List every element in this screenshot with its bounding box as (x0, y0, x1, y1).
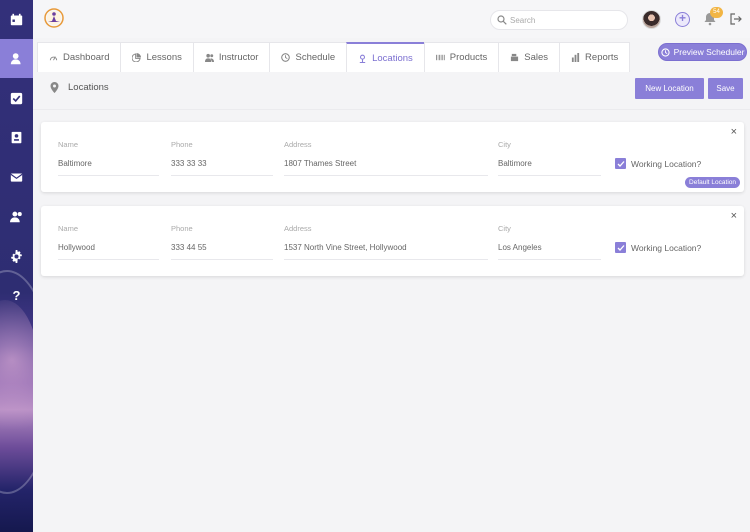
address-value[interactable]: 1537 North Vine Street, Hollywood (284, 243, 488, 260)
user-pin-icon (10, 53, 21, 65)
tab-label: Reports (585, 52, 619, 63)
address-value[interactable]: 1807 Thames Street (284, 159, 488, 176)
address-field[interactable]: Address 1807 Thames Street (284, 140, 488, 176)
sidebar-item-contacts[interactable] (0, 118, 33, 157)
working-location-label: Working Location? (631, 158, 702, 169)
tab-bar: Dashboard Lessons Instructor Schedule Lo… (37, 42, 631, 72)
tab-lessons[interactable]: Lessons (120, 42, 193, 72)
close-icon[interactable]: × (731, 127, 737, 138)
sidebar: ? (0, 0, 33, 532)
page-title-group: Locations (50, 82, 109, 93)
tab-label: Lessons (146, 52, 182, 63)
checkbox[interactable] (615, 158, 626, 169)
sidebar-item-settings[interactable] (0, 237, 33, 276)
pin-icon (359, 54, 366, 63)
search-icon (497, 15, 507, 25)
help-icon: ? (12, 288, 21, 303)
name-value[interactable]: Hollywood (58, 243, 159, 260)
name-field[interactable]: Name Hollywood (58, 224, 159, 260)
barcode-icon (435, 54, 445, 61)
sidebar-item-users[interactable] (0, 197, 33, 236)
search-box[interactable] (490, 10, 628, 30)
tab-instructor[interactable]: Instructor (192, 42, 270, 72)
phone-value[interactable]: 333 44 55 (171, 243, 273, 260)
mail-icon (10, 173, 23, 182)
tab-sales[interactable]: Sales (498, 42, 560, 72)
tab-reports[interactable]: Reports (559, 42, 631, 72)
calendar-icon (10, 13, 23, 26)
phone-field[interactable]: Phone 333 33 33 (171, 140, 273, 176)
tab-dashboard[interactable]: Dashboard (37, 42, 121, 72)
name-field[interactable]: Name Baltimore (58, 140, 159, 176)
sidebar-item-mail[interactable] (0, 158, 33, 197)
bar-chart-icon (571, 53, 580, 62)
name-label: Name (58, 140, 79, 149)
address-label: Address (284, 224, 312, 233)
contact-card-icon (11, 131, 22, 144)
check-icon (617, 160, 624, 167)
notification-badge: 54 (710, 7, 723, 18)
city-field[interactable]: City Los Angeles (498, 224, 601, 260)
preview-scheduler-label: Preview Scheduler (673, 47, 745, 57)
city-value[interactable]: Los Angeles (498, 243, 601, 260)
pie-icon (132, 53, 142, 62)
phone-label: Phone (171, 224, 193, 233)
sidebar-item-tasks[interactable] (0, 79, 33, 118)
city-label: City (498, 140, 511, 149)
gear-icon (11, 250, 22, 263)
preview-scheduler-button[interactable]: Preview Scheduler (658, 43, 747, 61)
clock-icon (660, 47, 670, 57)
location-card: × Name Hollywood Phone 333 44 55 Address… (41, 206, 744, 276)
check-icon (617, 244, 624, 251)
checkbox-icon (10, 92, 23, 105)
map-pin-icon (50, 82, 59, 93)
tab-label: Instructor (218, 52, 259, 63)
phone-field[interactable]: Phone 333 44 55 (171, 224, 273, 260)
topbar: + 54 (33, 0, 750, 38)
close-icon[interactable]: × (731, 211, 737, 222)
save-button[interactable]: Save (708, 78, 743, 99)
default-location-badge: Default Location (685, 177, 740, 188)
tab-products[interactable]: Products (423, 42, 499, 72)
tab-label: Locations (372, 52, 413, 64)
location-card: × Name Baltimore Phone 333 33 33 Address… (41, 122, 744, 192)
users-icon (204, 53, 214, 62)
page-title: Locations (68, 82, 109, 93)
logout-icon[interactable] (730, 13, 742, 25)
sidebar-item-calendar[interactable] (0, 0, 33, 39)
add-button[interactable]: + (675, 12, 690, 27)
tab-schedule[interactable]: Schedule (269, 42, 347, 72)
logo-icon (44, 8, 64, 28)
sidebar-item-help[interactable]: ? (0, 276, 33, 315)
tab-label: Schedule (295, 52, 336, 63)
tab-locations[interactable]: Locations (346, 42, 424, 72)
working-location-label: Working Location? (631, 242, 702, 253)
register-icon (511, 53, 519, 62)
sidebar-item-locations[interactable] (0, 39, 33, 78)
search-input[interactable] (510, 13, 620, 28)
new-location-button[interactable]: New Location (635, 78, 704, 99)
working-location-checkbox[interactable]: Working Location? (615, 158, 701, 169)
address-field[interactable]: Address 1537 North Vine Street, Hollywoo… (284, 224, 488, 260)
avatar[interactable] (642, 10, 661, 29)
tab-label: Dashboard (63, 52, 110, 63)
phone-label: Phone (171, 140, 193, 149)
working-location-checkbox[interactable]: Working Location? (615, 242, 701, 253)
address-label: Address (284, 140, 312, 149)
gauge-icon (49, 56, 58, 61)
users-icon (10, 211, 22, 223)
city-label: City (498, 224, 511, 233)
name-value[interactable]: Baltimore (58, 159, 159, 176)
tab-label: Sales (524, 52, 549, 63)
city-field[interactable]: City Baltimore (498, 140, 601, 176)
checkbox[interactable] (615, 242, 626, 253)
clock-icon (281, 53, 291, 62)
name-label: Name (58, 224, 79, 233)
phone-value[interactable]: 333 33 33 (171, 159, 273, 176)
tab-label: Products (449, 52, 488, 63)
city-value[interactable]: Baltimore (498, 159, 601, 176)
